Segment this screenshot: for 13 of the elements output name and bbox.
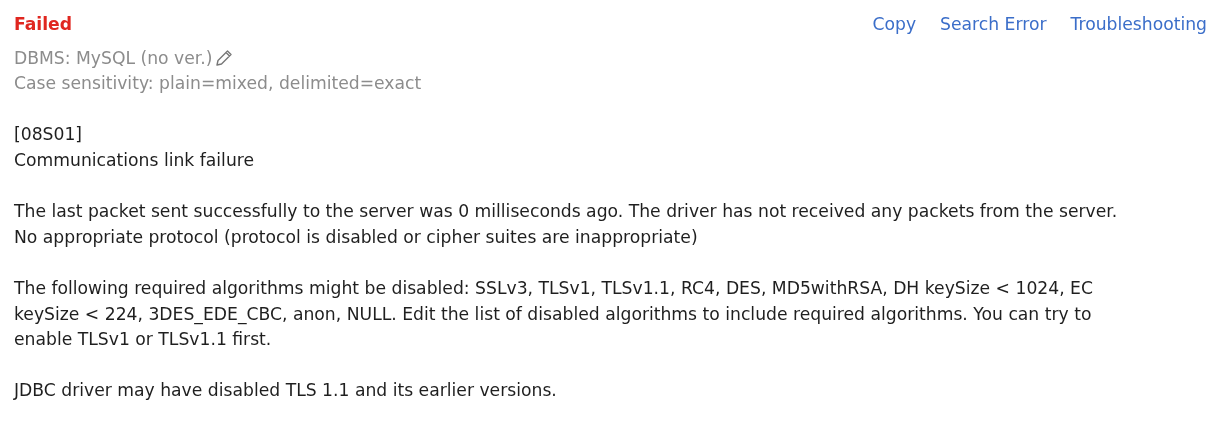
action-link[interactable]: Search Error [940,12,1047,38]
edit-icon[interactable] [214,48,235,69]
status-text: Failed [14,13,73,36]
message-text: [08S01] [14,123,84,147]
info-text: Case sensitivity: plain=mixed, delimited=exact [14,72,422,96]
message-text: The following required algorithms might be disabled: SSLv3, TLSv1, TLSv1.1, RC4, DES, MD5withRSA, DH keySize < 1024, EC keySize < 224, 3DES_EDE_CBC, anon, NULL. Edit the list of disabled algorithms to include required algorithms. You can try to enable TLSv1 or TLSv1.1 first. [14,276,1094,352]
info-text: DBMS: MySQL (no ver.) [14,46,213,70]
action-link[interactable]: Troubleshooting [1070,12,1207,38]
message-text: JDBC driver may have disabled TLS 1.1 and its earlier versions. [14,379,558,403]
action-link[interactable]: Copy [872,12,917,38]
message-text: The last packet sent successfully to the server was 0 milliseconds ago. The driver has not received any packets from the server. [14,200,1119,224]
message-text: No appropriate protocol (protocol is disabled or cipher suites are inappropriate) [14,225,699,249]
message-text: Communications link failure [14,148,256,172]
